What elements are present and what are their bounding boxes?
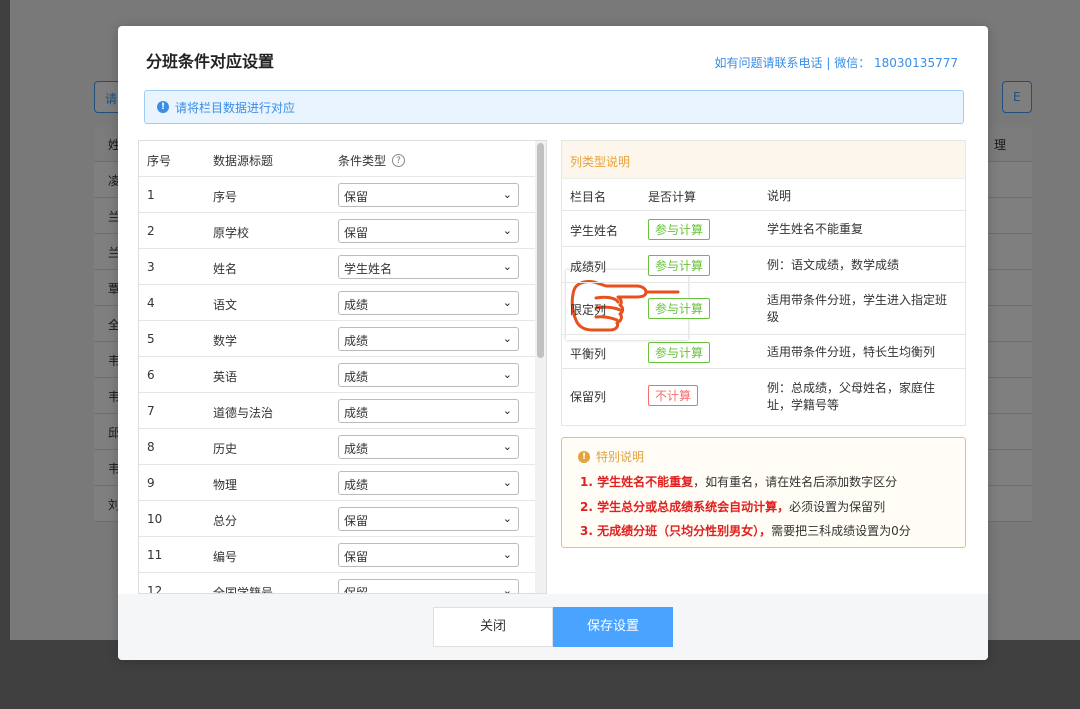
guide-row: 学生姓名 参与计算 学生姓名不能重复 xyxy=(562,211,965,247)
scrollbar-thumb[interactable] xyxy=(537,143,544,358)
mapping-table-header: 序号 数据源标题 条件类型 ? xyxy=(139,141,535,177)
condition-type-select[interactable]: 保留 ⌄ xyxy=(338,579,519,594)
alert-text: 请将栏目数据进行对应 xyxy=(175,100,296,115)
column-type-guide: 列类型说明 栏目名 是否计算 说明 学生姓名 参与计算 学生姓名不能重复 成绩列… xyxy=(561,140,966,426)
header-type: 条件类型 ? xyxy=(338,152,406,169)
mapping-settings-dialog: 分班条件对应设置 如有问题请联系电话 | 微信： 18030135777 ! 请… xyxy=(118,26,988,660)
guide-row: 限定列 参与计算 适用带条件分班，学生进入指定班级 xyxy=(562,283,965,335)
table-row: 11 编号 保留 ⌄ xyxy=(139,537,535,573)
contact-info: 如有问题请联系电话 | 微信： 18030135777 xyxy=(714,56,958,70)
note-line-1: 1. 学生姓名不能重复，如有重名，请在姓名后添加数字区分 xyxy=(580,475,898,489)
chevron-down-icon: ⌄ xyxy=(502,260,512,273)
calc-tag: 参与计算 xyxy=(648,255,711,276)
condition-type-select[interactable]: 成绩 ⌄ xyxy=(338,471,519,495)
condition-type-select[interactable]: 保留 ⌄ xyxy=(338,219,519,243)
table-row: 1 序号 保留 ⌄ xyxy=(139,177,535,213)
guide-header: 栏目名 是否计算 说明 xyxy=(562,179,965,211)
condition-type-select[interactable]: 保留 ⌄ xyxy=(338,543,519,567)
special-note: ! 特别说明 1. 学生姓名不能重复，如有重名，请在姓名后添加数字区分 2. 学… xyxy=(561,437,966,548)
chevron-down-icon: ⌄ xyxy=(502,512,512,525)
table-row: 3 姓名 学生姓名 ⌄ xyxy=(139,249,535,285)
table-row: 2 原学校 保留 ⌄ xyxy=(139,213,535,249)
chevron-down-icon: ⌄ xyxy=(502,404,512,417)
chevron-down-icon: ⌄ xyxy=(502,332,512,345)
chevron-down-icon: ⌄ xyxy=(502,296,512,309)
condition-type-select[interactable]: 成绩 ⌄ xyxy=(338,291,519,315)
calc-tag: 参与计算 xyxy=(648,298,711,319)
help-icon[interactable]: ? xyxy=(392,154,406,167)
calc-tag: 参与计算 xyxy=(648,342,711,363)
info-alert: ! 请将栏目数据进行对应 xyxy=(144,90,964,124)
guide-row: 成绩列 参与计算 例：语文成绩，数学成绩 xyxy=(562,247,965,283)
info-icon: ! xyxy=(157,101,169,113)
mapping-table: 序号 数据源标题 条件类型 ? 1 序号 保留 ⌄ 2 原学校 保留 ⌄ 3 姓名 … xyxy=(138,140,547,594)
table-row: 5 数学 成绩 ⌄ xyxy=(139,321,535,357)
warning-icon: ! xyxy=(578,450,590,463)
chevron-down-icon: ⌄ xyxy=(502,224,512,237)
chevron-down-icon: ⌄ xyxy=(502,548,512,561)
table-row: 7 道德与法治 成绩 ⌄ xyxy=(139,393,535,429)
table-row: 10 总分 保留 ⌄ xyxy=(139,501,535,537)
header-source: 数据源标题 xyxy=(213,154,274,168)
table-row: 4 语文 成绩 ⌄ xyxy=(139,285,535,321)
dialog-title: 分班条件对应设置 xyxy=(146,52,275,71)
chevron-down-icon: ⌄ xyxy=(502,476,512,489)
chevron-down-icon: ⌄ xyxy=(502,440,512,453)
chevron-down-icon: ⌄ xyxy=(502,368,512,381)
close-button[interactable]: 关闭 xyxy=(433,607,553,647)
table-row: 6 英语 成绩 ⌄ xyxy=(139,357,535,393)
condition-type-select[interactable]: 成绩 ⌄ xyxy=(338,327,519,351)
condition-type-select[interactable]: 成绩 ⌄ xyxy=(338,435,519,459)
chevron-down-icon: ⌄ xyxy=(502,584,512,594)
calc-tag: 参与计算 xyxy=(648,219,711,240)
special-note-title: ! 特别说明 xyxy=(578,448,644,465)
condition-type-select[interactable]: 保留 ⌄ xyxy=(338,507,519,531)
scrollbar[interactable] xyxy=(535,141,546,593)
table-row: 9 物理 成绩 ⌄ xyxy=(139,465,535,501)
no-calc-tag: 不计算 xyxy=(648,385,699,406)
note-line-3: 3. 无成绩分班（只均分性别男女），需要把三科成绩设置为0分 xyxy=(580,524,911,538)
condition-type-select[interactable]: 学生姓名 ⌄ xyxy=(338,255,519,279)
header-no: 序号 xyxy=(147,154,172,168)
guide-row: 保留列 不计算 例：总成绩，父母姓名，家庭住址，学籍号等 xyxy=(570,381,936,412)
dialog-footer: 关闭 保存设置 xyxy=(118,594,988,660)
save-settings-button[interactable]: 保存设置 xyxy=(553,607,673,647)
guide-row: 平衡列 参与计算 适用带条件分班，特长生均衡列 xyxy=(562,335,965,369)
condition-type-select[interactable]: 成绩 ⌄ xyxy=(338,399,519,423)
chevron-down-icon: ⌄ xyxy=(502,188,512,201)
note-line-2: 2. 学生总分或总成绩系统会自动计算，必须设置为保留列 xyxy=(580,500,886,514)
condition-type-select[interactable]: 成绩 ⌄ xyxy=(338,363,519,387)
table-row: 8 历史 成绩 ⌄ xyxy=(139,429,535,465)
guide-title: 列类型说明 xyxy=(562,141,965,179)
table-row: 12 全国学籍号 保留 ⌄ xyxy=(139,573,535,594)
condition-type-select[interactable]: 保留 ⌄ xyxy=(338,183,519,207)
